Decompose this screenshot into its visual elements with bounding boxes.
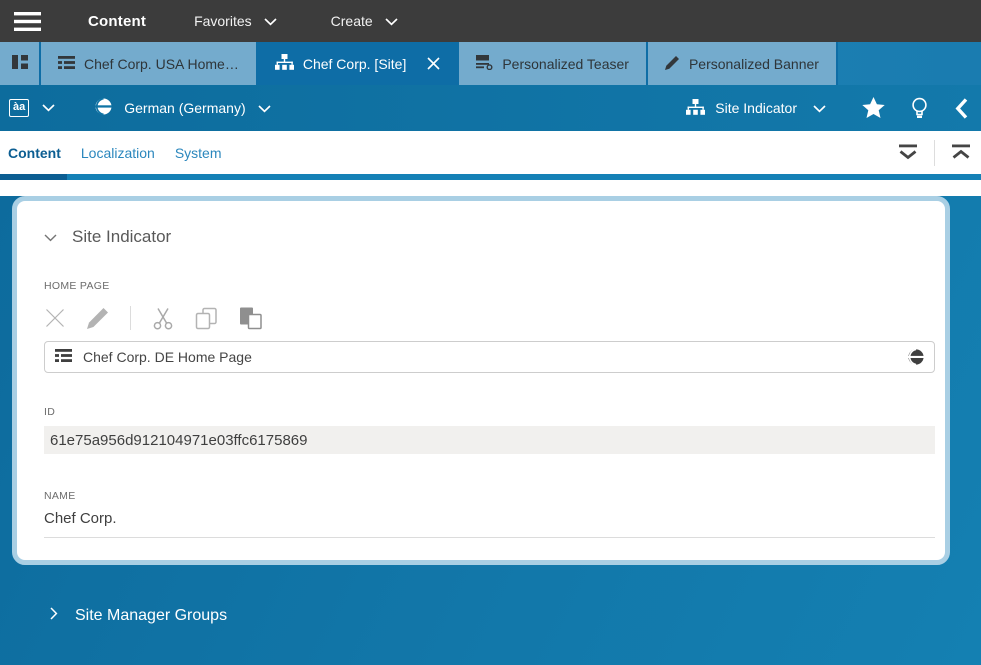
document-form-panel: Site Indicator HOME PAGE [0,196,981,665]
app-switcher-tab[interactable] [0,42,41,85]
chevron-down-icon [385,13,398,29]
divider [934,140,935,166]
id-value-field: 61e75a956d912104971e03ffc6175869 [44,426,935,454]
name-input[interactable]: Chef Corp. [44,510,935,538]
chevron-down-icon [264,13,277,29]
teaser-icon [476,55,493,73]
app-header: Content Favorites Create [0,0,981,42]
content-item-icon [58,56,75,72]
form-tab-tools [896,140,973,166]
tab-system[interactable]: System [175,145,222,161]
locale-selector[interactable]: German (Germany) [95,98,270,118]
premular-toolbar: àa German (Germany) Site Indicator [0,85,981,131]
lightbulb-icon[interactable] [910,97,929,120]
section-header-site-indicator[interactable]: Site Indicator [44,227,935,247]
favorites-menu[interactable]: Favorites [194,13,277,29]
content-item-icon [55,349,72,365]
remove-icon[interactable] [44,307,66,329]
tab-strip: Chef Corp. USA Home… Chef Corp. [Site] P… [0,42,981,85]
tab-label: Personalized Teaser [502,56,629,72]
section-title: Site Indicator [72,227,171,247]
active-tab-indicator [0,174,67,180]
globe-icon [95,98,112,118]
home-page-link-field[interactable]: Chef Corp. DE Home Page [44,341,935,373]
chevron-down-icon [44,227,57,247]
chevron-down-icon[interactable] [42,104,55,112]
pencil-icon [665,55,680,73]
chevron-down-icon [258,100,271,116]
globe-icon[interactable] [908,349,924,365]
edit-pencil-icon[interactable] [87,307,109,329]
form-tab-underline [0,174,981,180]
document-form-tabs: Content Localization System [0,131,981,174]
tab-personalized-teaser[interactable]: Personalized Teaser [459,42,648,85]
collapsed-section-title: Site Manager Groups [75,607,227,625]
tab-label: Personalized Banner [689,56,819,72]
tab-content[interactable]: Content [8,145,61,161]
chevron-down-icon [813,100,826,116]
copy-icon[interactable] [195,307,218,330]
tab-chef-corp-usa-home[interactable]: Chef Corp. USA Home… [41,42,258,85]
app-title: Content [88,13,146,30]
tab-localization[interactable]: Localization [81,145,155,161]
close-tab-icon[interactable] [427,57,440,70]
section-header-site-manager-groups[interactable]: Site Manager Groups [50,607,981,625]
sitemap-icon [275,54,294,73]
link-list-toolbar [44,305,935,331]
tab-label: Chef Corp. [Site] [303,56,407,72]
chevron-right-icon [50,607,58,625]
hamburger-menu-icon[interactable] [14,12,48,31]
dashboard-icon [12,54,28,73]
sitemap-icon [686,99,705,118]
name-label: NAME [44,490,935,502]
tab-personalized-banner[interactable]: Personalized Banner [648,42,838,85]
toolbar-right-tools: Site Indicator [686,97,981,120]
create-menu-label: Create [331,13,373,29]
paste-icon[interactable] [239,307,263,330]
tab-chef-corp-site[interactable]: Chef Corp. [Site] [258,42,460,85]
favorites-menu-label: Favorites [194,13,252,29]
home-page-link-label: Chef Corp. DE Home Page [83,349,252,365]
bookmark-star-icon[interactable] [862,97,885,119]
language-variants-icon[interactable]: àa [9,99,29,117]
collapse-all-icon[interactable] [949,143,973,162]
tab-label: Chef Corp. USA Home… [84,56,239,72]
cut-scissors-icon[interactable] [152,307,174,330]
create-menu[interactable]: Create [331,13,398,29]
view-selector[interactable]: Site Indicator [686,99,826,118]
home-page-label: HOME PAGE [44,280,935,292]
divider [130,306,131,330]
site-indicator-card: Site Indicator HOME PAGE [12,196,950,565]
expand-all-icon[interactable] [896,143,920,162]
view-label: Site Indicator [715,100,797,116]
locale-label: German (Germany) [124,100,245,116]
collapse-panel-chevron-left-icon[interactable] [955,98,968,119]
id-label: ID [44,406,935,418]
